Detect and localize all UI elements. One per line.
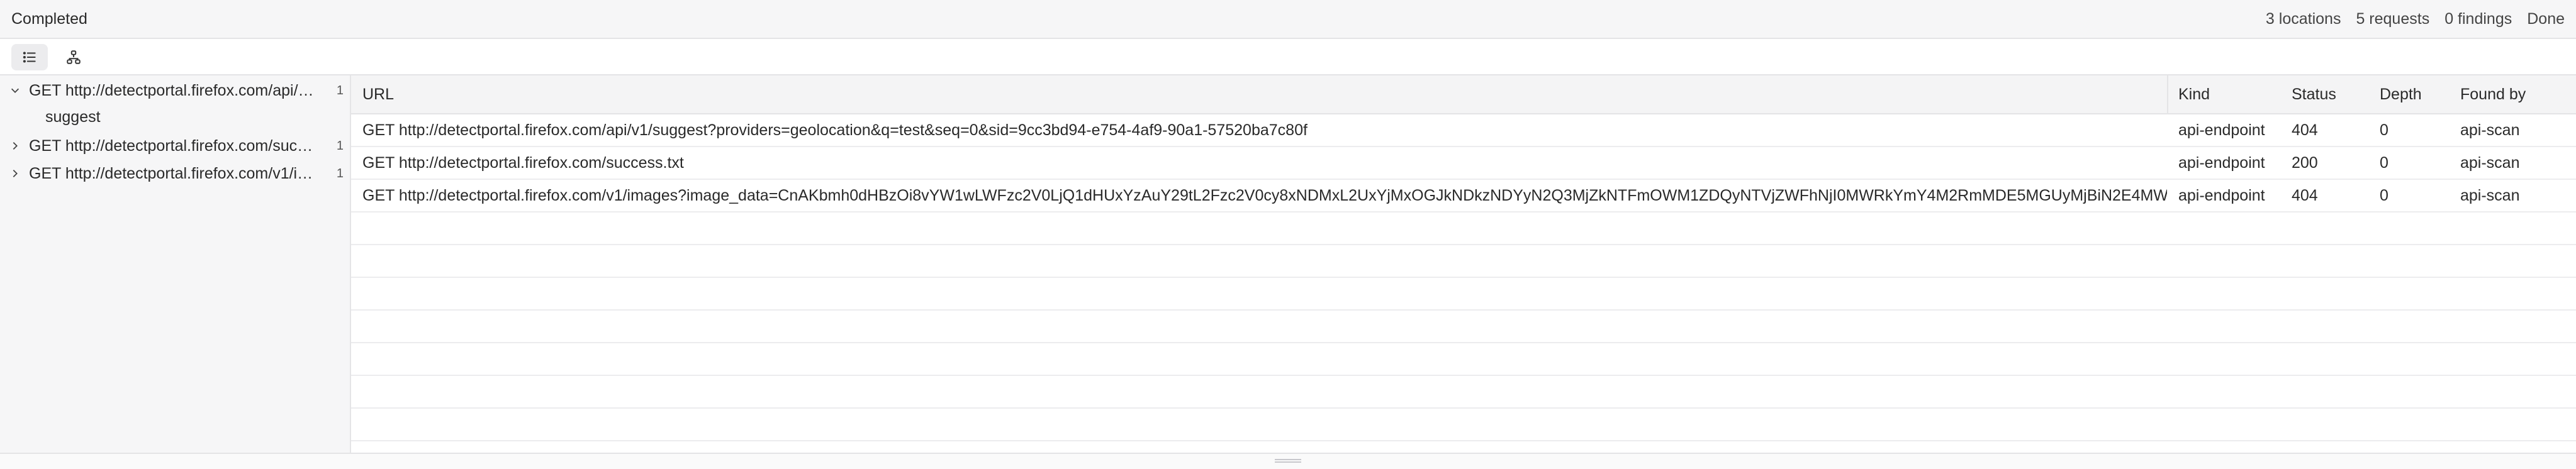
depth-cell: 0 (2380, 186, 2388, 204)
url-cell: GET http://detectportal.firefox.com/succ… (362, 153, 684, 172)
kind-cell: api-endpoint (2178, 153, 2265, 172)
empty-table-row (351, 409, 2576, 441)
tree-item-label: GET http://detectportal.firefox.com/succ… (29, 136, 318, 155)
chevron-right-icon[interactable] (9, 167, 21, 180)
list-icon (23, 52, 36, 63)
table-row[interactable]: GET http://detectportal.firefox.com/v1/i… (351, 180, 2576, 212)
depth-cell: 0 (2380, 153, 2388, 172)
hierarchy-icon (67, 50, 81, 64)
empty-table-row (351, 343, 2576, 376)
tree-item-count: 1 (336, 138, 344, 153)
tree-item[interactable]: GET http://detectportal.firefox.com/succ… (0, 132, 350, 160)
url-cell: GET http://detectportal.firefox.com/v1/i… (362, 186, 2167, 204)
column-header-status[interactable]: Status (2280, 75, 2368, 113)
kind-cell: api-endpoint (2178, 186, 2265, 204)
requests-table: URL Kind Status Depth Found by GET http:… (351, 75, 2576, 453)
found-by-cell: api-scan (2460, 186, 2520, 204)
empty-table-row (351, 376, 2576, 409)
status-cell: 404 (2292, 121, 2318, 139)
tree-item[interactable]: GET http://detectportal.firefox.com/v1/i… (0, 160, 350, 187)
tree-child-item[interactable]: suggest (45, 108, 101, 126)
found-by-cell: api-scan (2460, 153, 2520, 172)
empty-table-row (351, 278, 2576, 311)
tree-item-label: GET http://detectportal.firefox.com/v1/i… (29, 164, 318, 182)
tree-item[interactable]: GET http://detectportal.firefox.com/api/… (0, 77, 350, 104)
depth-cell: 0 (2380, 121, 2388, 139)
column-header-depth[interactable]: Depth (2368, 75, 2449, 113)
tree-item-count: 1 (336, 166, 344, 180)
view-toolbar (0, 39, 2576, 75)
table-header: URL Kind Status Depth Found by (351, 75, 2576, 114)
scan-stats: 3 locations 5 requests 0 findings Done (2266, 10, 2565, 28)
found-by-cell: api-scan (2460, 121, 2520, 139)
column-header-url[interactable]: URL (351, 75, 2167, 113)
panel-resize-bar[interactable] (0, 453, 2576, 469)
status-cell: 404 (2292, 186, 2318, 204)
column-header-found-by[interactable]: Found by (2449, 75, 2576, 113)
chevron-down-icon[interactable] (9, 84, 21, 97)
empty-table-row (351, 311, 2576, 343)
column-header-kind[interactable]: Kind (2167, 75, 2280, 113)
table-row[interactable]: GET http://detectportal.firefox.com/succ… (351, 147, 2576, 180)
locations-count: 3 locations (2265, 9, 2341, 28)
drag-handle-icon[interactable] (1275, 459, 1301, 463)
requests-count: 5 requests (2356, 9, 2430, 28)
location-tree: GET http://detectportal.firefox.com/api/… (0, 75, 351, 453)
scan-state: Done (2527, 9, 2565, 28)
empty-table-row (351, 245, 2576, 278)
scan-status: Completed (11, 9, 87, 28)
status-cell: 200 (2292, 153, 2318, 172)
chevron-right-icon[interactable] (9, 140, 21, 152)
graph-view-button[interactable] (55, 44, 92, 70)
url-cell: GET http://detectportal.firefox.com/api/… (362, 121, 1308, 139)
findings-count: 0 findings (2444, 9, 2512, 28)
status-bar: Completed 3 locations 5 requests 0 findi… (0, 0, 2576, 39)
kind-cell: api-endpoint (2178, 121, 2265, 139)
list-view-button[interactable] (11, 44, 48, 70)
tree-item-count: 1 (336, 83, 344, 97)
empty-table-row (351, 212, 2576, 245)
table-row[interactable]: GET http://detectportal.firefox.com/api/… (351, 114, 2576, 147)
tree-item-label: GET http://detectportal.firefox.com/api/… (29, 81, 318, 99)
